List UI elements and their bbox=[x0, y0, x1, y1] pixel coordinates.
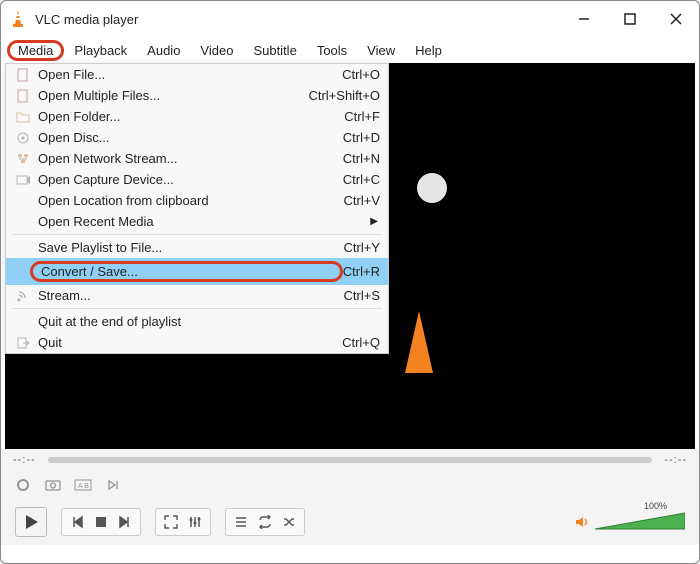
maximize-button[interactable] bbox=[621, 10, 639, 28]
menu-item-open-folder[interactable]: Open Folder... Ctrl+F bbox=[6, 106, 388, 127]
speaker-icon bbox=[575, 515, 591, 529]
menu-item-open-file[interactable]: Open File... Ctrl+O bbox=[6, 64, 388, 85]
stream-icon bbox=[12, 289, 34, 303]
menu-item-open-recent[interactable]: Open Recent Media ▶ bbox=[6, 211, 388, 232]
minimize-button[interactable] bbox=[575, 10, 593, 28]
play-button[interactable] bbox=[15, 507, 47, 537]
volume-percent: 100% bbox=[644, 501, 667, 511]
menu-item-quit[interactable]: Quit Ctrl+Q bbox=[6, 332, 388, 353]
submenu-arrow-icon: ▶ bbox=[370, 216, 378, 227]
file-icon bbox=[12, 89, 34, 103]
menu-item-open-capture[interactable]: Open Capture Device... Ctrl+C bbox=[6, 169, 388, 190]
stop-button[interactable] bbox=[92, 513, 110, 531]
menu-item-convert-save[interactable]: Convert / Save... Ctrl+R bbox=[6, 258, 388, 285]
menu-subtitle[interactable]: Subtitle bbox=[243, 41, 306, 60]
menu-item-open-network[interactable]: Open Network Stream... Ctrl+N bbox=[6, 148, 388, 169]
file-icon bbox=[12, 68, 34, 82]
menu-item-open-disc[interactable]: Open Disc... Ctrl+D bbox=[6, 127, 388, 148]
playlist-button[interactable] bbox=[232, 513, 250, 531]
loop-ab-button[interactable]: A B bbox=[73, 475, 93, 495]
menu-playback[interactable]: Playback bbox=[64, 41, 137, 60]
menu-item-save-playlist[interactable]: Save Playlist to File... Ctrl+Y bbox=[6, 237, 388, 258]
menu-tools[interactable]: Tools bbox=[307, 41, 357, 60]
capture-icon bbox=[12, 173, 34, 187]
menu-video[interactable]: Video bbox=[190, 41, 243, 60]
separator bbox=[12, 234, 382, 235]
volume-control[interactable]: 100% bbox=[575, 511, 685, 533]
seek-row: --:-- --:-- bbox=[1, 449, 699, 471]
volume-slider[interactable] bbox=[595, 511, 685, 533]
vlc-cone-icon bbox=[9, 10, 27, 28]
next-button[interactable] bbox=[116, 513, 134, 531]
separator bbox=[12, 308, 382, 309]
window-title: VLC media player bbox=[35, 12, 575, 27]
media-dropdown: Open File... Ctrl+O Open Multiple Files.… bbox=[5, 63, 389, 354]
snowflake-icon bbox=[415, 171, 449, 205]
playlist-controls-group bbox=[225, 508, 305, 536]
seek-bar[interactable] bbox=[48, 457, 653, 463]
toolbar-main: 100% bbox=[1, 499, 699, 545]
extended-settings-button[interactable] bbox=[186, 513, 204, 531]
view-controls-group bbox=[155, 508, 211, 536]
content-area: Open File... Ctrl+O Open Multiple Files.… bbox=[1, 63, 699, 449]
menu-help[interactable]: Help bbox=[405, 41, 452, 60]
menu-item-open-clipboard[interactable]: Open Location from clipboard Ctrl+V bbox=[6, 190, 388, 211]
vlc-cone-icon-large bbox=[389, 311, 449, 396]
menubar: Media Playback Audio Video Subtitle Tool… bbox=[1, 37, 699, 63]
close-button[interactable] bbox=[667, 10, 685, 28]
menu-media[interactable]: Media bbox=[7, 40, 64, 61]
titlebar: VLC media player bbox=[1, 1, 699, 37]
previous-button[interactable] bbox=[68, 513, 86, 531]
loop-button[interactable] bbox=[256, 513, 274, 531]
menu-view[interactable]: View bbox=[357, 41, 405, 60]
time-elapsed: --:-- bbox=[13, 454, 36, 466]
menu-audio[interactable]: Audio bbox=[137, 41, 190, 60]
frame-step-button[interactable] bbox=[103, 475, 123, 495]
folder-icon bbox=[12, 110, 34, 124]
app-window: VLC media player Media Playback Audio Vi… bbox=[0, 0, 700, 564]
window-controls bbox=[575, 10, 685, 28]
menu-item-open-multiple[interactable]: Open Multiple Files... Ctrl+Shift+O bbox=[6, 85, 388, 106]
fullscreen-button[interactable] bbox=[162, 513, 180, 531]
record-button[interactable] bbox=[13, 475, 33, 495]
time-total: --:-- bbox=[664, 454, 687, 466]
network-icon bbox=[12, 152, 34, 166]
svg-text:A B: A B bbox=[78, 483, 89, 490]
snapshot-button[interactable] bbox=[43, 475, 63, 495]
quit-icon bbox=[12, 336, 34, 350]
menu-item-stream[interactable]: Stream... Ctrl+S bbox=[6, 285, 388, 306]
disc-icon bbox=[12, 131, 34, 145]
shuffle-button[interactable] bbox=[280, 513, 298, 531]
playback-controls-group bbox=[61, 508, 141, 536]
toolbar-secondary: A B bbox=[1, 471, 699, 499]
menu-item-quit-end[interactable]: Quit at the end of playlist bbox=[6, 311, 388, 332]
